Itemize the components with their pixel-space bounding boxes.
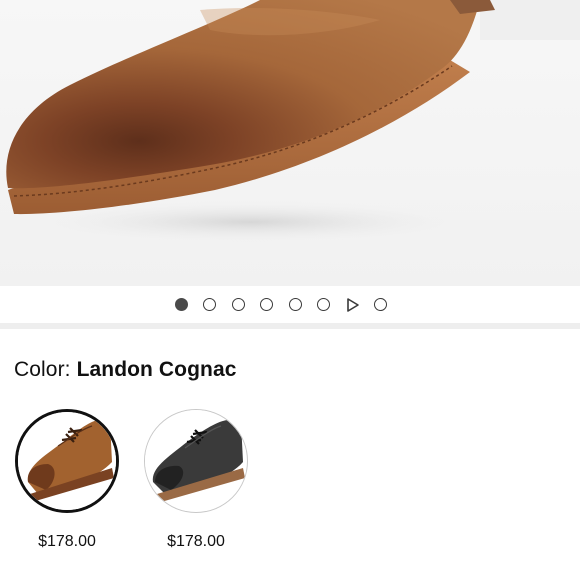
selected-color-name: Landon Cognac — [76, 358, 237, 381]
black-shoe-thumbnail — [145, 410, 246, 511]
swatch-price-cognac: $178.00 — [38, 533, 96, 550]
carousel-indicator — [0, 286, 580, 324]
carousel-dot-2[interactable] — [203, 298, 216, 311]
carousel-dot-6[interactable] — [317, 298, 330, 311]
carousel-dot-3[interactable] — [232, 298, 245, 311]
color-swatch-cognac[interactable] — [15, 409, 119, 513]
section-divider — [0, 323, 580, 329]
color-selection-label: Color: Landon Cognac — [14, 358, 237, 382]
cognac-shoe-thumbnail — [18, 412, 116, 510]
shoe-toe-closeup-image — [6, 0, 580, 244]
carousel-dot-8[interactable] — [374, 298, 387, 311]
carousel-dot-5[interactable] — [289, 298, 302, 311]
swatch-price-black: $178.00 — [167, 533, 225, 550]
product-image[interactable] — [0, 0, 580, 286]
color-label: Color: — [14, 358, 71, 381]
color-swatch-black[interactable] — [144, 409, 248, 513]
video-play-icon[interactable] — [345, 297, 361, 313]
carousel-dot-4[interactable] — [260, 298, 273, 311]
carousel-dot-1[interactable] — [175, 298, 188, 311]
